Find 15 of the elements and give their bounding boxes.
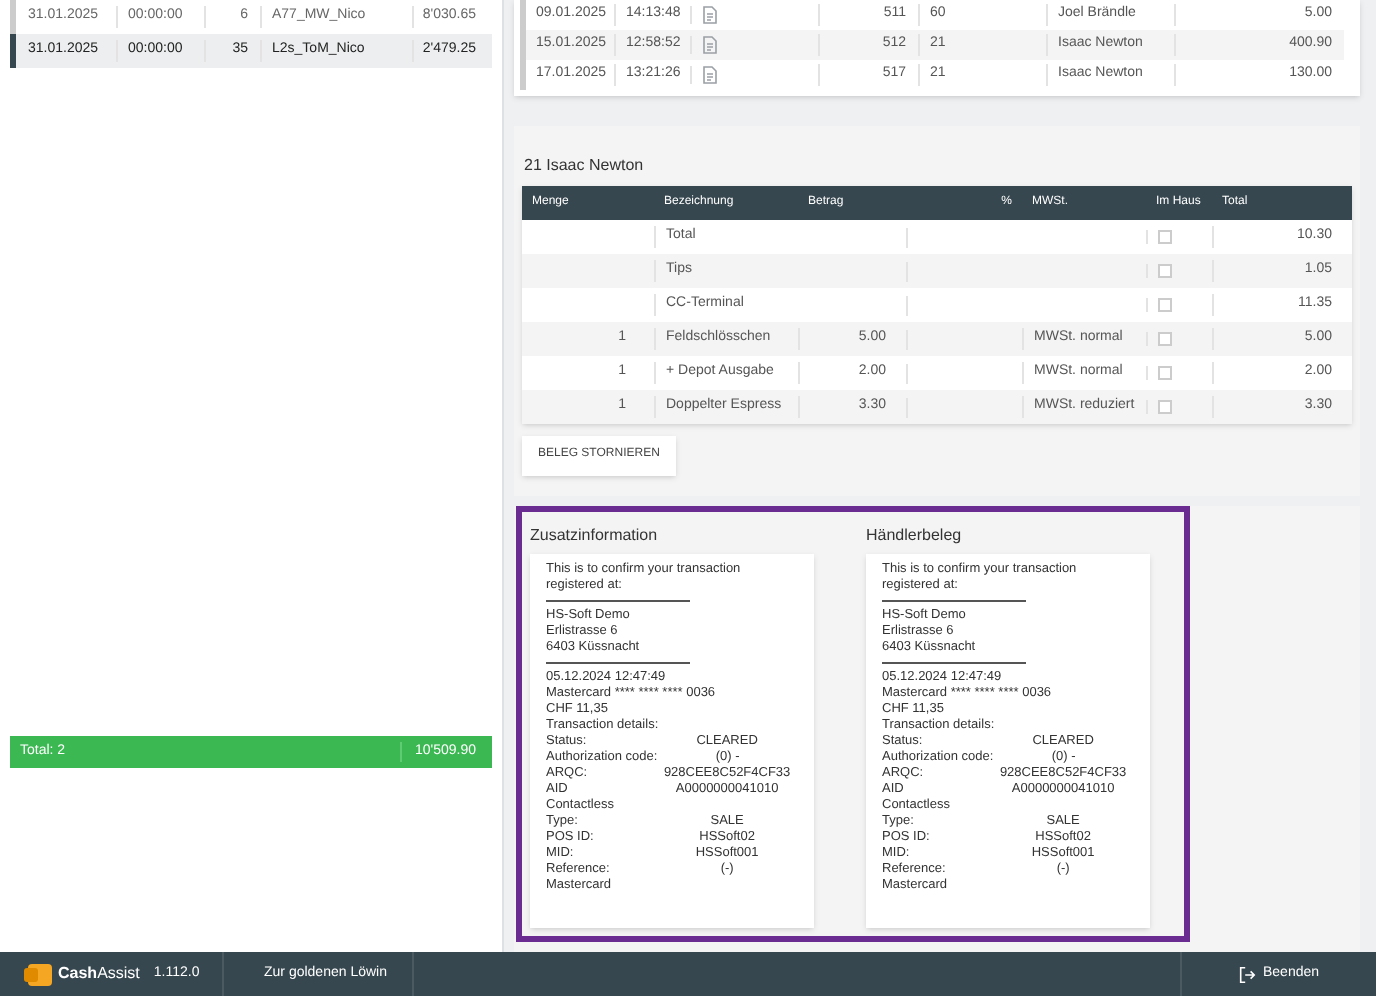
slip-title: Händlerbeleg bbox=[866, 523, 964, 547]
document-icon[interactable] bbox=[702, 6, 718, 24]
in-house-checkbox[interactable] bbox=[1158, 264, 1172, 278]
in-house-checkbox[interactable] bbox=[1158, 230, 1172, 244]
document-icon[interactable] bbox=[702, 66, 718, 84]
document-icon[interactable] bbox=[702, 36, 718, 54]
slip-title: Zusatzinformation bbox=[530, 523, 660, 547]
in-house-checkbox[interactable] bbox=[1158, 366, 1172, 380]
in-house-checkbox[interactable] bbox=[1158, 400, 1172, 414]
app-name: CashAssist bbox=[58, 962, 140, 986]
logout-icon bbox=[1238, 965, 1257, 983]
detail-title: 21 Isaac Newton bbox=[522, 154, 646, 178]
in-house-checkbox[interactable] bbox=[1158, 298, 1172, 312]
logo-icon bbox=[24, 963, 52, 985]
in-house-checkbox[interactable] bbox=[1158, 332, 1172, 346]
